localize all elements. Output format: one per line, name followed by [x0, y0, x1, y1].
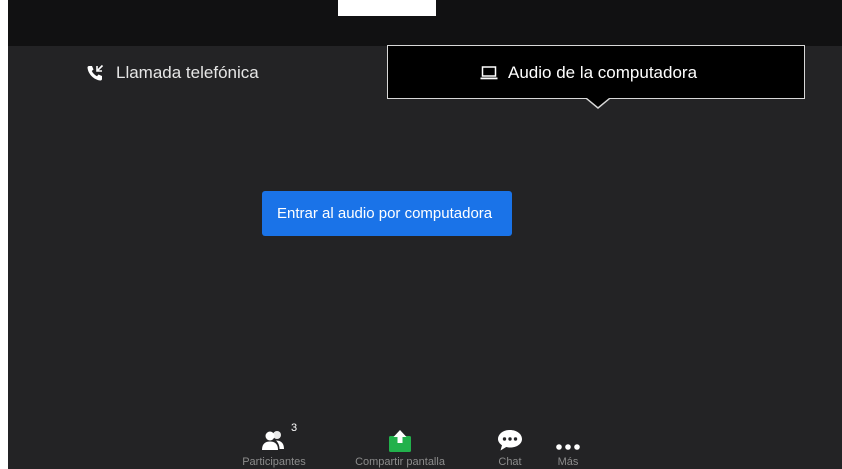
share-screen-icon [388, 424, 412, 452]
join-computer-audio-button[interactable]: Entrar al audio por computadora [262, 191, 512, 236]
tab-computer-audio[interactable]: Audio de la computadora [387, 45, 805, 99]
laptop-icon [480, 65, 498, 81]
chat-label: Chat [498, 456, 522, 468]
phone-icon [86, 64, 104, 82]
participants-button[interactable]: 3 Participantes [234, 422, 314, 469]
participants-label: Participantes [242, 456, 306, 468]
top-bar-notch [338, 0, 436, 16]
participants-icon: 3 [261, 422, 297, 452]
more-button[interactable]: Más [548, 424, 588, 469]
tab-computer-audio-label: Audio de la computadora [508, 63, 698, 82]
tab-phone-call-label: Llamada telefónica [116, 63, 259, 82]
audio-dialog: Llamada telefónica Audio de la computado… [8, 0, 842, 469]
more-icon [555, 424, 581, 452]
share-screen-button[interactable]: Compartir pantalla [348, 424, 452, 469]
participants-count: 3 [291, 422, 298, 434]
chat-icon [497, 424, 523, 452]
chat-button[interactable]: Chat [488, 424, 532, 469]
tab-pointer [587, 98, 609, 107]
tab-phone-call[interactable]: Llamada telefónica [8, 46, 387, 100]
more-label: Más [557, 456, 579, 468]
share-screen-label: Compartir pantalla [355, 456, 445, 468]
top-bar [8, 0, 842, 46]
